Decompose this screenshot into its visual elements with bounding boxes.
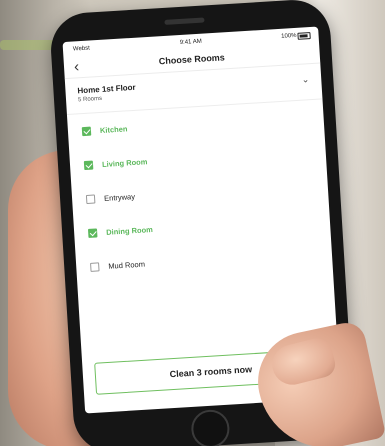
room-checkbox-checked[interactable] xyxy=(81,126,92,136)
room-label: Mud Room xyxy=(107,259,146,271)
chevron-down-icon: ⌄ xyxy=(301,74,310,85)
room-label: Living Room xyxy=(101,156,148,169)
phone-speaker xyxy=(164,17,205,25)
background-scene: Webst 9:41 AM 100% ‹ Choose Rooms Home 1… xyxy=(0,0,385,446)
room-checkbox-checked[interactable] xyxy=(83,160,94,170)
home-button[interactable] xyxy=(190,408,231,446)
room-checkbox-checked[interactable] xyxy=(87,227,98,238)
room-label: Entryway xyxy=(103,191,136,203)
room-checkbox[interactable] xyxy=(90,261,100,272)
room-list: Kitchen Living Room Entryway Dining Room Mud… xyxy=(67,99,333,284)
room-checkbox[interactable] xyxy=(85,193,96,204)
room-label: Kitchen xyxy=(99,123,128,135)
battery-percent: 100% xyxy=(281,32,297,40)
room-label: Dining Room xyxy=(105,224,154,237)
battery-icon xyxy=(297,32,311,40)
